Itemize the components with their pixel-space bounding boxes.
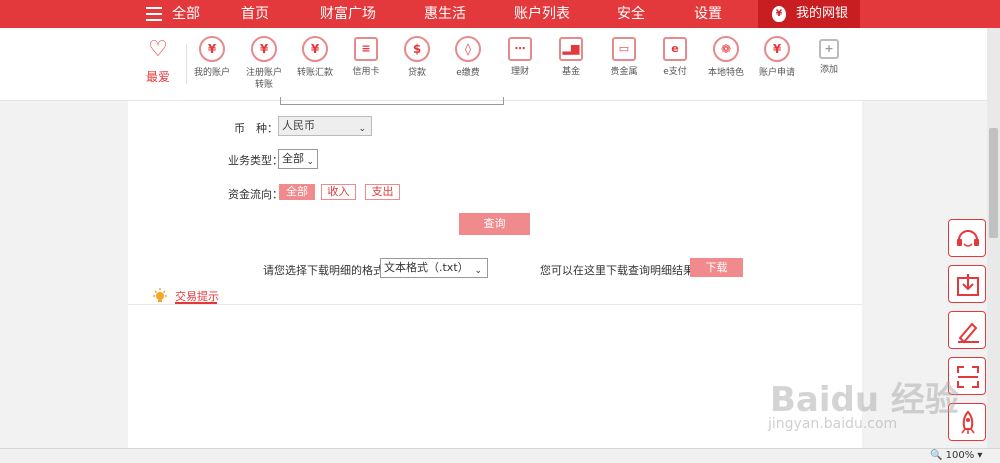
mybank-label: 我的网银 — [796, 6, 849, 21]
scrollbar-thumb[interactable] — [989, 128, 998, 238]
customer-service-button[interactable] — [948, 219, 986, 257]
quick-e-pay[interactable]: e e支付 — [651, 36, 699, 78]
divider — [128, 304, 862, 305]
quick-label: 我的账户 — [193, 68, 230, 78]
nav-wealth[interactable]: 财富广场 — [320, 0, 376, 28]
download-icon — [957, 274, 979, 296]
quick-loan[interactable]: $ 贷款 — [393, 36, 441, 79]
quick-register-transfer[interactable]: ¥ 注册账户 转账 — [240, 36, 288, 91]
currency-select[interactable]: 人民币 ⌄ — [278, 116, 372, 136]
chevron-down-icon: ⌄ — [358, 124, 366, 134]
quick-account-apply[interactable]: ¥ 账户申请 — [753, 36, 801, 79]
feedback-button[interactable] — [948, 311, 986, 349]
quick-remit[interactable]: ¥ 转账汇款 — [291, 36, 339, 79]
nav-home[interactable]: 首页 — [241, 0, 269, 28]
yen-circle-icon: ¥ — [199, 36, 225, 62]
nav-all[interactable]: 全部 — [172, 0, 200, 28]
quick-finance[interactable]: ⋯ 理财 — [496, 36, 544, 78]
zoom-value: 100% — [945, 450, 975, 461]
currency-value: 人民币 — [282, 119, 315, 132]
nav-accounts[interactable]: 账户列表 — [514, 0, 570, 28]
quick-label: 注册账户 — [245, 68, 282, 78]
lightbulb-icon — [153, 288, 167, 302]
zoom-level[interactable]: 🔍 100% ▾ — [930, 449, 982, 463]
clipped-input[interactable] — [280, 97, 504, 105]
quick-label: 信用卡 — [352, 67, 380, 77]
quick-fund[interactable]: ▂▆ 基金 — [547, 36, 595, 78]
divider — [186, 44, 187, 84]
favorites-label: 最爱 — [145, 70, 170, 84]
flow-income-button[interactable]: 收入 — [321, 184, 356, 200]
watermark-url: jingyan.baidu.com — [768, 416, 898, 432]
download-format-label: 请您选择下载明细的格式 — [263, 264, 384, 277]
abacus-icon: ⋯ — [508, 37, 532, 61]
quick-label: 账户申请 — [758, 68, 795, 78]
quick-label: e支付 — [663, 67, 687, 77]
download-format-select[interactable]: 文本格式（.txt） ⌄ — [380, 258, 488, 278]
remit-yen-icon: ¥ — [302, 36, 328, 62]
e-pay-icon: e — [663, 37, 687, 61]
credit-card-icon: ≡ — [354, 37, 378, 61]
money-bag-icon: $ — [404, 36, 430, 62]
quick-label: 转账汇款 — [296, 68, 333, 78]
quick-label: 贵金属 — [610, 67, 638, 77]
top-nav: 全部 首页 财富广场 惠生活 账户列表 安全 设置 ¥ 我的网银 — [0, 0, 1000, 28]
quick-label-line2: 转账 — [254, 80, 273, 90]
chevron-down-icon: ⌄ — [306, 157, 314, 167]
bar-chart-icon: ▂▆ — [559, 37, 583, 61]
download-format-value: 文本格式（.txt） — [384, 261, 469, 274]
headset-icon — [957, 230, 979, 247]
download-hint: 您可以在这里下载查询明细结果 — [540, 264, 694, 277]
quick-label: 理财 — [510, 67, 529, 77]
quick-label: 基金 — [561, 67, 580, 77]
quick-label: 本地特色 — [707, 68, 744, 78]
quick-my-account[interactable]: ¥ 我的账户 — [188, 36, 236, 79]
money-bag-icon: ¥ — [772, 6, 786, 22]
business-type-select[interactable]: 全部 ⌄ — [278, 149, 318, 169]
currency-label: 币 种： — [234, 122, 278, 135]
quick-credit-card[interactable]: ≡ 信用卡 — [342, 36, 390, 78]
quick-local[interactable]: ❁ 本地特色 — [702, 36, 750, 79]
nav-security[interactable]: 安全 — [617, 0, 645, 28]
nav-life[interactable]: 惠生活 — [424, 0, 466, 28]
favorites[interactable]: ♡ 最爱 — [143, 36, 173, 85]
flow-all-button[interactable]: 全部 — [279, 184, 315, 200]
business-type-value: 全部 — [282, 152, 304, 165]
business-type-label: 业务类型： — [228, 154, 283, 167]
quick-add[interactable]: + 添加 — [805, 36, 853, 76]
quick-label: e缴费 — [456, 68, 480, 78]
fund-flow-label: 资金流向： — [228, 188, 283, 201]
vertical-scrollbar[interactable] — [987, 28, 1000, 448]
edit-icon — [958, 322, 979, 344]
plus-icon: + — [819, 39, 839, 59]
yen-apply-icon: ¥ — [764, 36, 790, 62]
transfer-yen-icon: ¥ — [251, 36, 277, 62]
nav-settings[interactable]: 设置 — [694, 0, 722, 28]
query-button[interactable]: 查询 — [459, 213, 530, 235]
gold-bars-icon: ▭ — [612, 37, 636, 61]
menu-icon[interactable] — [146, 7, 162, 21]
download-button[interactable]: 下载 — [690, 258, 743, 277]
quick-precious-metal[interactable]: ▭ 贵金属 — [600, 36, 648, 78]
flow-expense-button[interactable]: 支出 — [365, 184, 400, 200]
mybank-tab[interactable]: ¥ 我的网银 — [758, 0, 860, 28]
quick-icon-bar: ♡ 最爱 ¥ 我的账户 ¥ 注册账户 转账 ¥ 转账汇款 ≡ 信用卡 $ 贷款 … — [0, 28, 1000, 101]
quick-label: 贷款 — [407, 68, 426, 78]
film-reel-icon: ❁ — [713, 36, 739, 62]
main-panel: 币 种： 人民币 ⌄ 业务类型： 全部 ⌄ 资金流向： 全部 收入 支出 查询 … — [128, 97, 862, 463]
chevron-down-icon: ⌄ — [474, 266, 482, 276]
water-drop-icon: ◊ — [455, 36, 481, 62]
watermark-logo: Baidu 经验 — [770, 380, 959, 420]
heart-icon: ♡ — [148, 37, 168, 62]
download-app-button[interactable] — [948, 265, 986, 303]
status-bar: 🔍 100% ▾ — [0, 448, 1000, 463]
quick-label: 添加 — [819, 65, 838, 75]
quick-e-payment[interactable]: ◊ e缴费 — [444, 36, 492, 79]
